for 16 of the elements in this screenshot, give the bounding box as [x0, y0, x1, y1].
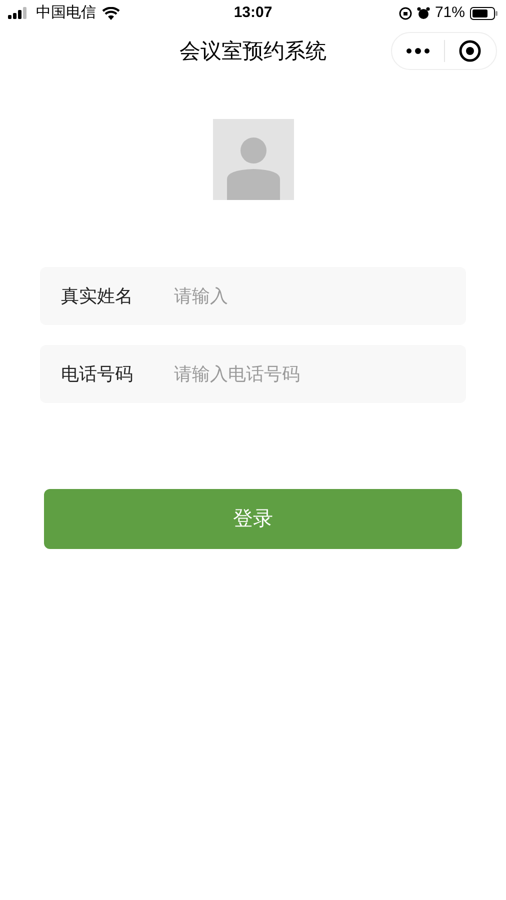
- input-field[interactable]: 真实姓名 请输入: [40, 267, 466, 325]
- field-label: 真实姓名: [61, 284, 134, 308]
- wifi-icon: [102, 6, 120, 20]
- battery-icon: [470, 6, 498, 20]
- carrier-name: 中国电信: [36, 2, 96, 23]
- text-input[interactable]: 请输入: [174, 282, 445, 310]
- battery-percent: 71%: [434, 2, 465, 23]
- page-title: 会议室预约系统: [180, 39, 326, 66]
- text-input[interactable]: 请输入电话号码: [174, 360, 445, 388]
- target-icon: [459, 40, 482, 62]
- avatar-placeholder-icon: [212, 119, 294, 200]
- more-icon: [406, 48, 430, 54]
- input-field[interactable]: 电话号码 请输入电话号码: [40, 345, 466, 403]
- field-label: 电话号码: [61, 362, 134, 386]
- rotation-lock-icon: [398, 6, 412, 20]
- clock-time: 13:07: [234, 2, 272, 23]
